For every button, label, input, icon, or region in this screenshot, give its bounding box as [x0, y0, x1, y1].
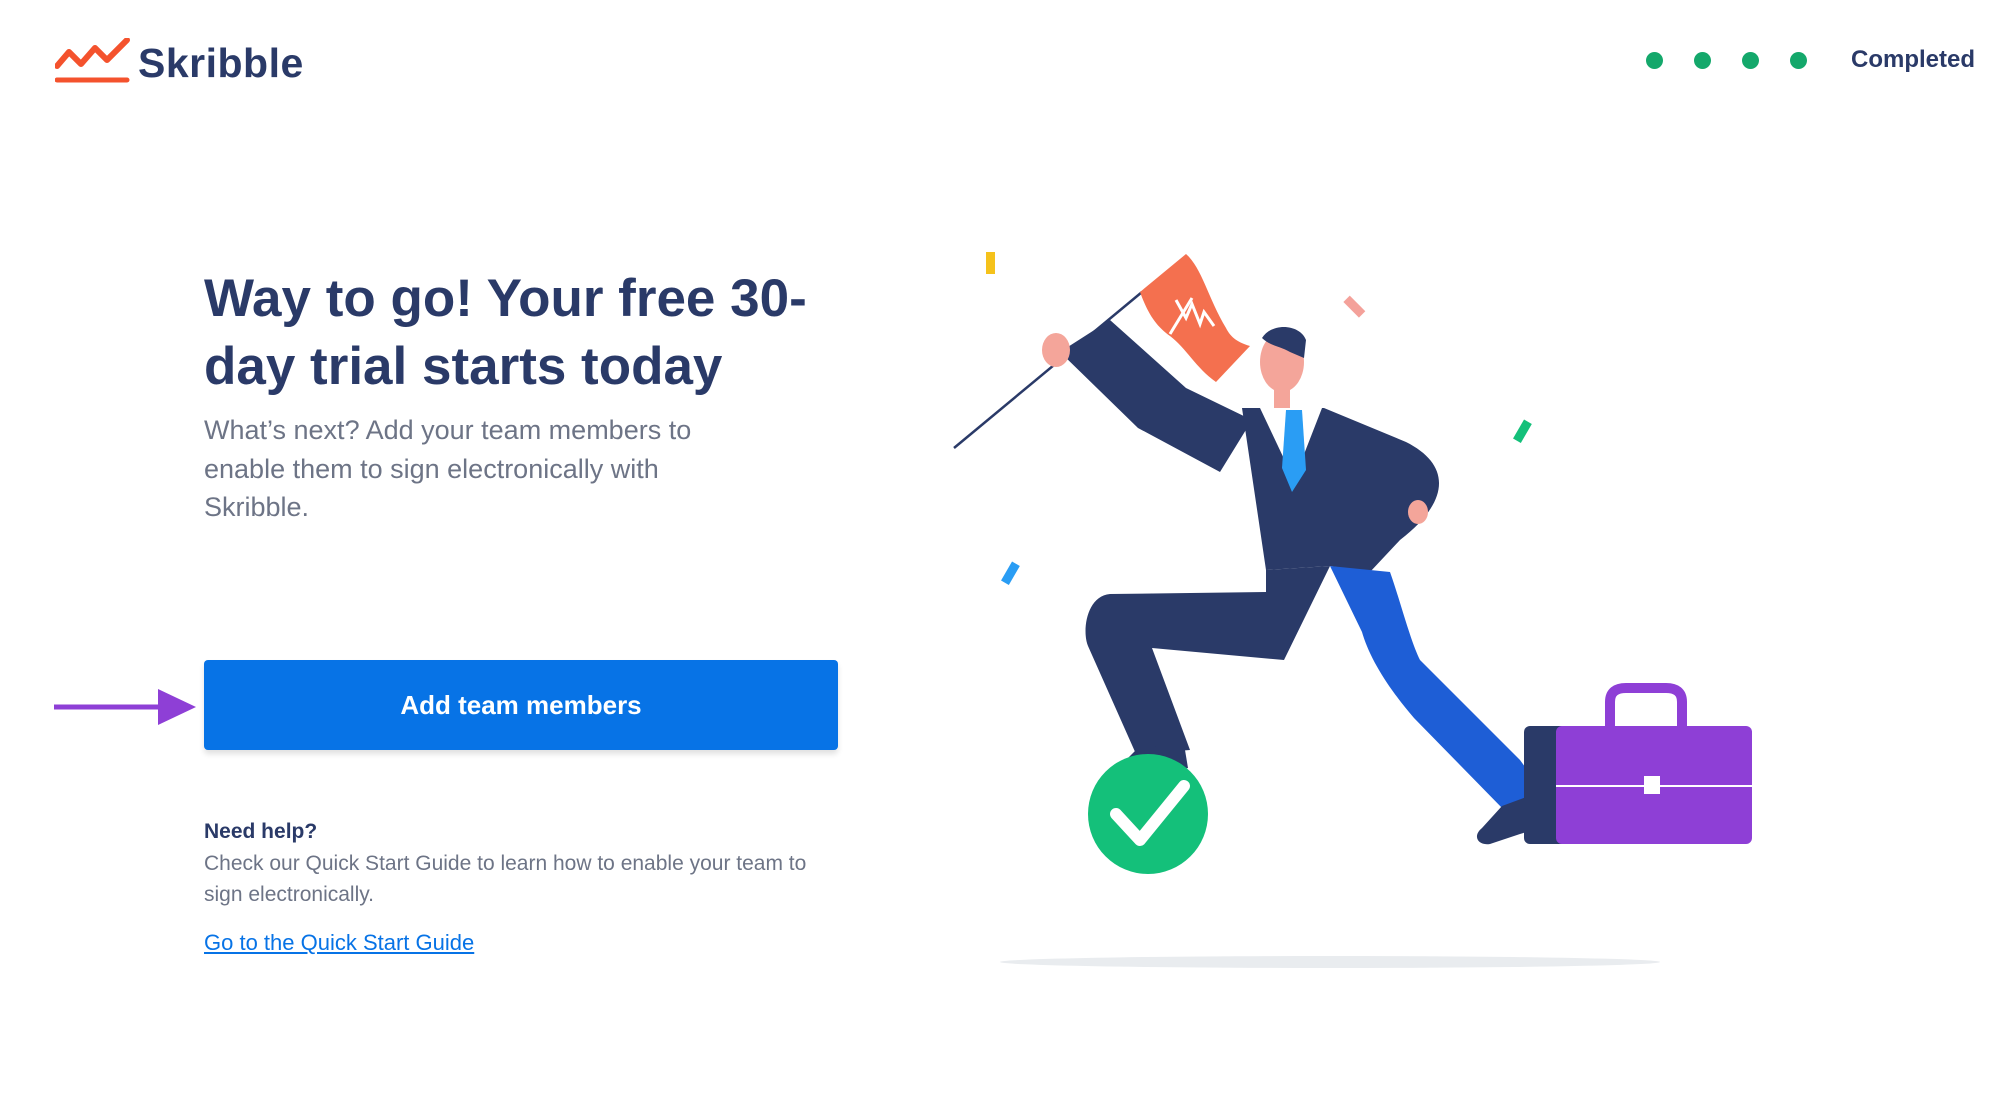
celebration-illustration: [953, 252, 1752, 968]
brand-logo[interactable]: Skribble: [55, 38, 304, 88]
help-title: Need help?: [204, 820, 318, 843]
briefcase-icon: [1524, 683, 1752, 844]
progress-step-dot: [1693, 51, 1711, 69]
intro-section: Way to go! Your free 30-day trial starts…: [204, 265, 844, 527]
add-team-members-button[interactable]: Add team members: [204, 660, 838, 750]
annotation-arrow-icon: [54, 689, 196, 725]
quick-start-guide-link[interactable]: Go to the Quick Start Guide: [204, 930, 474, 956]
progress-step-dot: [1789, 51, 1807, 69]
skribble-logo-icon: [55, 38, 130, 83]
page-subtitle: What’s next? Add your team members to en…: [204, 415, 692, 522]
help-section: Need help? Check our Quick Start Guide t…: [204, 820, 824, 956]
progress-step-dot: [1645, 51, 1663, 69]
page-title: Way to go! Your free 30-day trial starts…: [204, 269, 807, 396]
onboarding-progress: Completed: [1645, 46, 1975, 74]
help-text: Check our Quick Start Guide to learn how…: [204, 852, 807, 906]
progress-status-label: Completed: [1850, 46, 1975, 73]
progress-step-dot: [1741, 51, 1759, 69]
check-icon: [1088, 754, 1208, 874]
brand-name: Skribble: [138, 39, 304, 86]
